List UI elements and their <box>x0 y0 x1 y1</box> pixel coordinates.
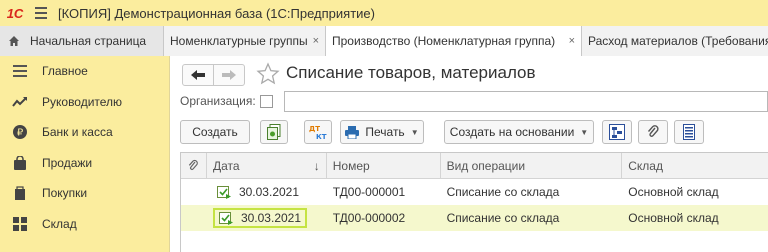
cart-icon <box>12 185 28 201</box>
warehouse-cell[interactable]: Основной склад <box>622 179 768 205</box>
column-header-label: Склад <box>628 159 663 173</box>
number-cell[interactable]: ТД00-000001 <box>327 179 441 205</box>
create-button[interactable]: Создать <box>180 120 250 144</box>
number-cell[interactable]: ТД00-000002 <box>327 205 441 231</box>
list-icon <box>683 124 695 140</box>
table-row-selected[interactable]: 30.03.2021 ТД00-000002 Списание со склад… <box>181 205 768 231</box>
copy-document-icon <box>267 124 281 140</box>
organization-input[interactable] <box>284 91 768 112</box>
sidebar-item-label: Склад <box>42 216 77 231</box>
favorite-star-icon[interactable] <box>256 62 280 86</box>
sidebar-item-label: Продажи <box>42 155 93 170</box>
structure-button[interactable] <box>602 120 632 144</box>
dt-text: ДТ <box>309 125 320 133</box>
menu-icon <box>12 63 28 79</box>
dt-kt-button[interactable]: ДТ КТ <box>304 120 332 144</box>
posted-document-icon <box>218 212 233 225</box>
create-based-on-button[interactable]: Создать на основании ▼ <box>444 120 594 144</box>
tab-material-consumption[interactable]: Расход материалов (Требования <box>582 26 768 56</box>
table-header: Дата ↓ Номер Вид операции Склад <box>181 153 768 179</box>
sidebar-item-main[interactable]: Главное <box>0 56 169 87</box>
arrow-left-icon <box>191 70 205 80</box>
chevron-down-icon: ▼ <box>410 127 419 137</box>
create-based-on-label: Создать на основании <box>449 125 575 139</box>
copy-button[interactable] <box>260 120 288 144</box>
arrow-right-icon <box>222 70 236 80</box>
dt-kt-icon: ДТ КТ <box>309 125 327 141</box>
date-cell[interactable]: 30.03.2021 <box>207 205 327 231</box>
sidebar-item-label: Покупки <box>42 186 88 201</box>
paperclip-icon <box>647 125 659 137</box>
attachment-cell <box>181 179 207 205</box>
main-content: Списание товаров, материалов Организация… <box>170 56 768 252</box>
print-button[interactable]: Печать ▼ <box>340 120 424 144</box>
column-header-warehouse[interactable]: Склад <box>622 153 768 179</box>
warehouse-icon <box>12 216 28 232</box>
list-settings-button[interactable] <box>674 120 704 144</box>
trend-icon <box>12 94 28 110</box>
window-title: [КОПИЯ] Демонстрационная база (1С:Предпр… <box>58 5 375 21</box>
title-bar: 1С [КОПИЯ] Демонстрационная база (1С:Пре… <box>0 0 768 26</box>
posted-document-icon <box>216 186 231 199</box>
structure-icon <box>609 124 625 140</box>
ruble-icon: ₽ <box>12 124 28 140</box>
attachment-cell <box>181 205 207 231</box>
warehouse-cell[interactable]: Основной склад <box>622 205 768 231</box>
column-header-label: Номер <box>332 159 370 173</box>
operation-cell[interactable]: Списание со склада <box>441 179 623 205</box>
sidebar-item-sales[interactable]: Продажи <box>0 148 169 179</box>
tabs-bar: Начальная страница Номенклатурные группы… <box>0 26 768 56</box>
documents-table: Дата ↓ Номер Вид операции Склад 30.03.20… <box>180 152 768 252</box>
create-button-label: Создать <box>192 125 238 139</box>
sidebar-item-label: Руководителю <box>42 94 123 109</box>
column-header-number[interactable]: Номер <box>327 153 441 179</box>
date-cell[interactable]: 30.03.2021 <box>207 179 327 205</box>
print-button-label: Печать <box>365 125 405 139</box>
home-icon <box>9 36 19 46</box>
organization-label: Организация: <box>180 94 256 108</box>
svg-text:₽: ₽ <box>17 128 24 139</box>
sidebar-item-manager[interactable]: Руководителю <box>0 87 169 118</box>
page-title: Списание товаров, материалов <box>286 63 536 82</box>
tab-home[interactable]: Начальная страница <box>0 26 164 56</box>
column-header-operation[interactable]: Вид операции <box>441 153 623 179</box>
shopping-bag-icon <box>12 155 28 171</box>
chevron-down-icon: ▼ <box>580 127 589 137</box>
sort-descending-icon: ↓ <box>313 159 320 173</box>
date-value: 30.03.2021 <box>240 211 302 225</box>
close-icon[interactable]: × <box>309 35 319 47</box>
close-icon[interactable]: × <box>565 35 575 47</box>
tab-production[interactable]: Производство (Номенклатурная группа) × <box>326 26 582 56</box>
tab-label: Расход материалов (Требования <box>588 34 768 48</box>
tab-label: Производство (Номенклатурная группа) <box>332 34 556 48</box>
sidebar-item-purchases[interactable]: Покупки <box>0 178 169 209</box>
column-header-date[interactable]: Дата ↓ <box>207 153 327 179</box>
paperclip-icon <box>189 159 199 170</box>
attachment-column-header[interactable] <box>181 153 207 179</box>
operation-cell[interactable]: Списание со склада <box>441 205 623 231</box>
tab-label: Номенклатурные группы <box>170 34 308 48</box>
back-button[interactable] <box>182 64 214 86</box>
table-row[interactable]: 30.03.2021 ТД00-000001 Списание со склад… <box>181 179 768 205</box>
column-header-label: Дата <box>212 159 240 173</box>
date-value: 30.03.2021 <box>238 185 300 199</box>
column-header-label: Вид операции <box>446 159 526 173</box>
organization-checkbox[interactable] <box>260 95 273 108</box>
tab-nomenclature-groups[interactable]: Номенклатурные группы × <box>164 26 326 56</box>
kt-text: КТ <box>316 133 327 141</box>
sidebar-item-bank[interactable]: ₽ Банк и касса <box>0 117 169 148</box>
main-menu-icon[interactable] <box>30 0 52 26</box>
forward-button[interactable] <box>213 64 245 86</box>
app-logo: 1С <box>6 5 24 21</box>
sidebar-item-warehouse[interactable]: Склад <box>0 209 169 240</box>
printer-icon <box>345 125 360 139</box>
attachments-button[interactable] <box>638 120 668 144</box>
sidebar-item-label: Банк и касса <box>42 125 113 140</box>
sidebar-item-label: Главное <box>42 64 88 79</box>
tab-home-label: Начальная страница <box>30 34 147 48</box>
sidebar: Главное Руководителю ₽ Банк и касса Прод… <box>0 56 170 252</box>
